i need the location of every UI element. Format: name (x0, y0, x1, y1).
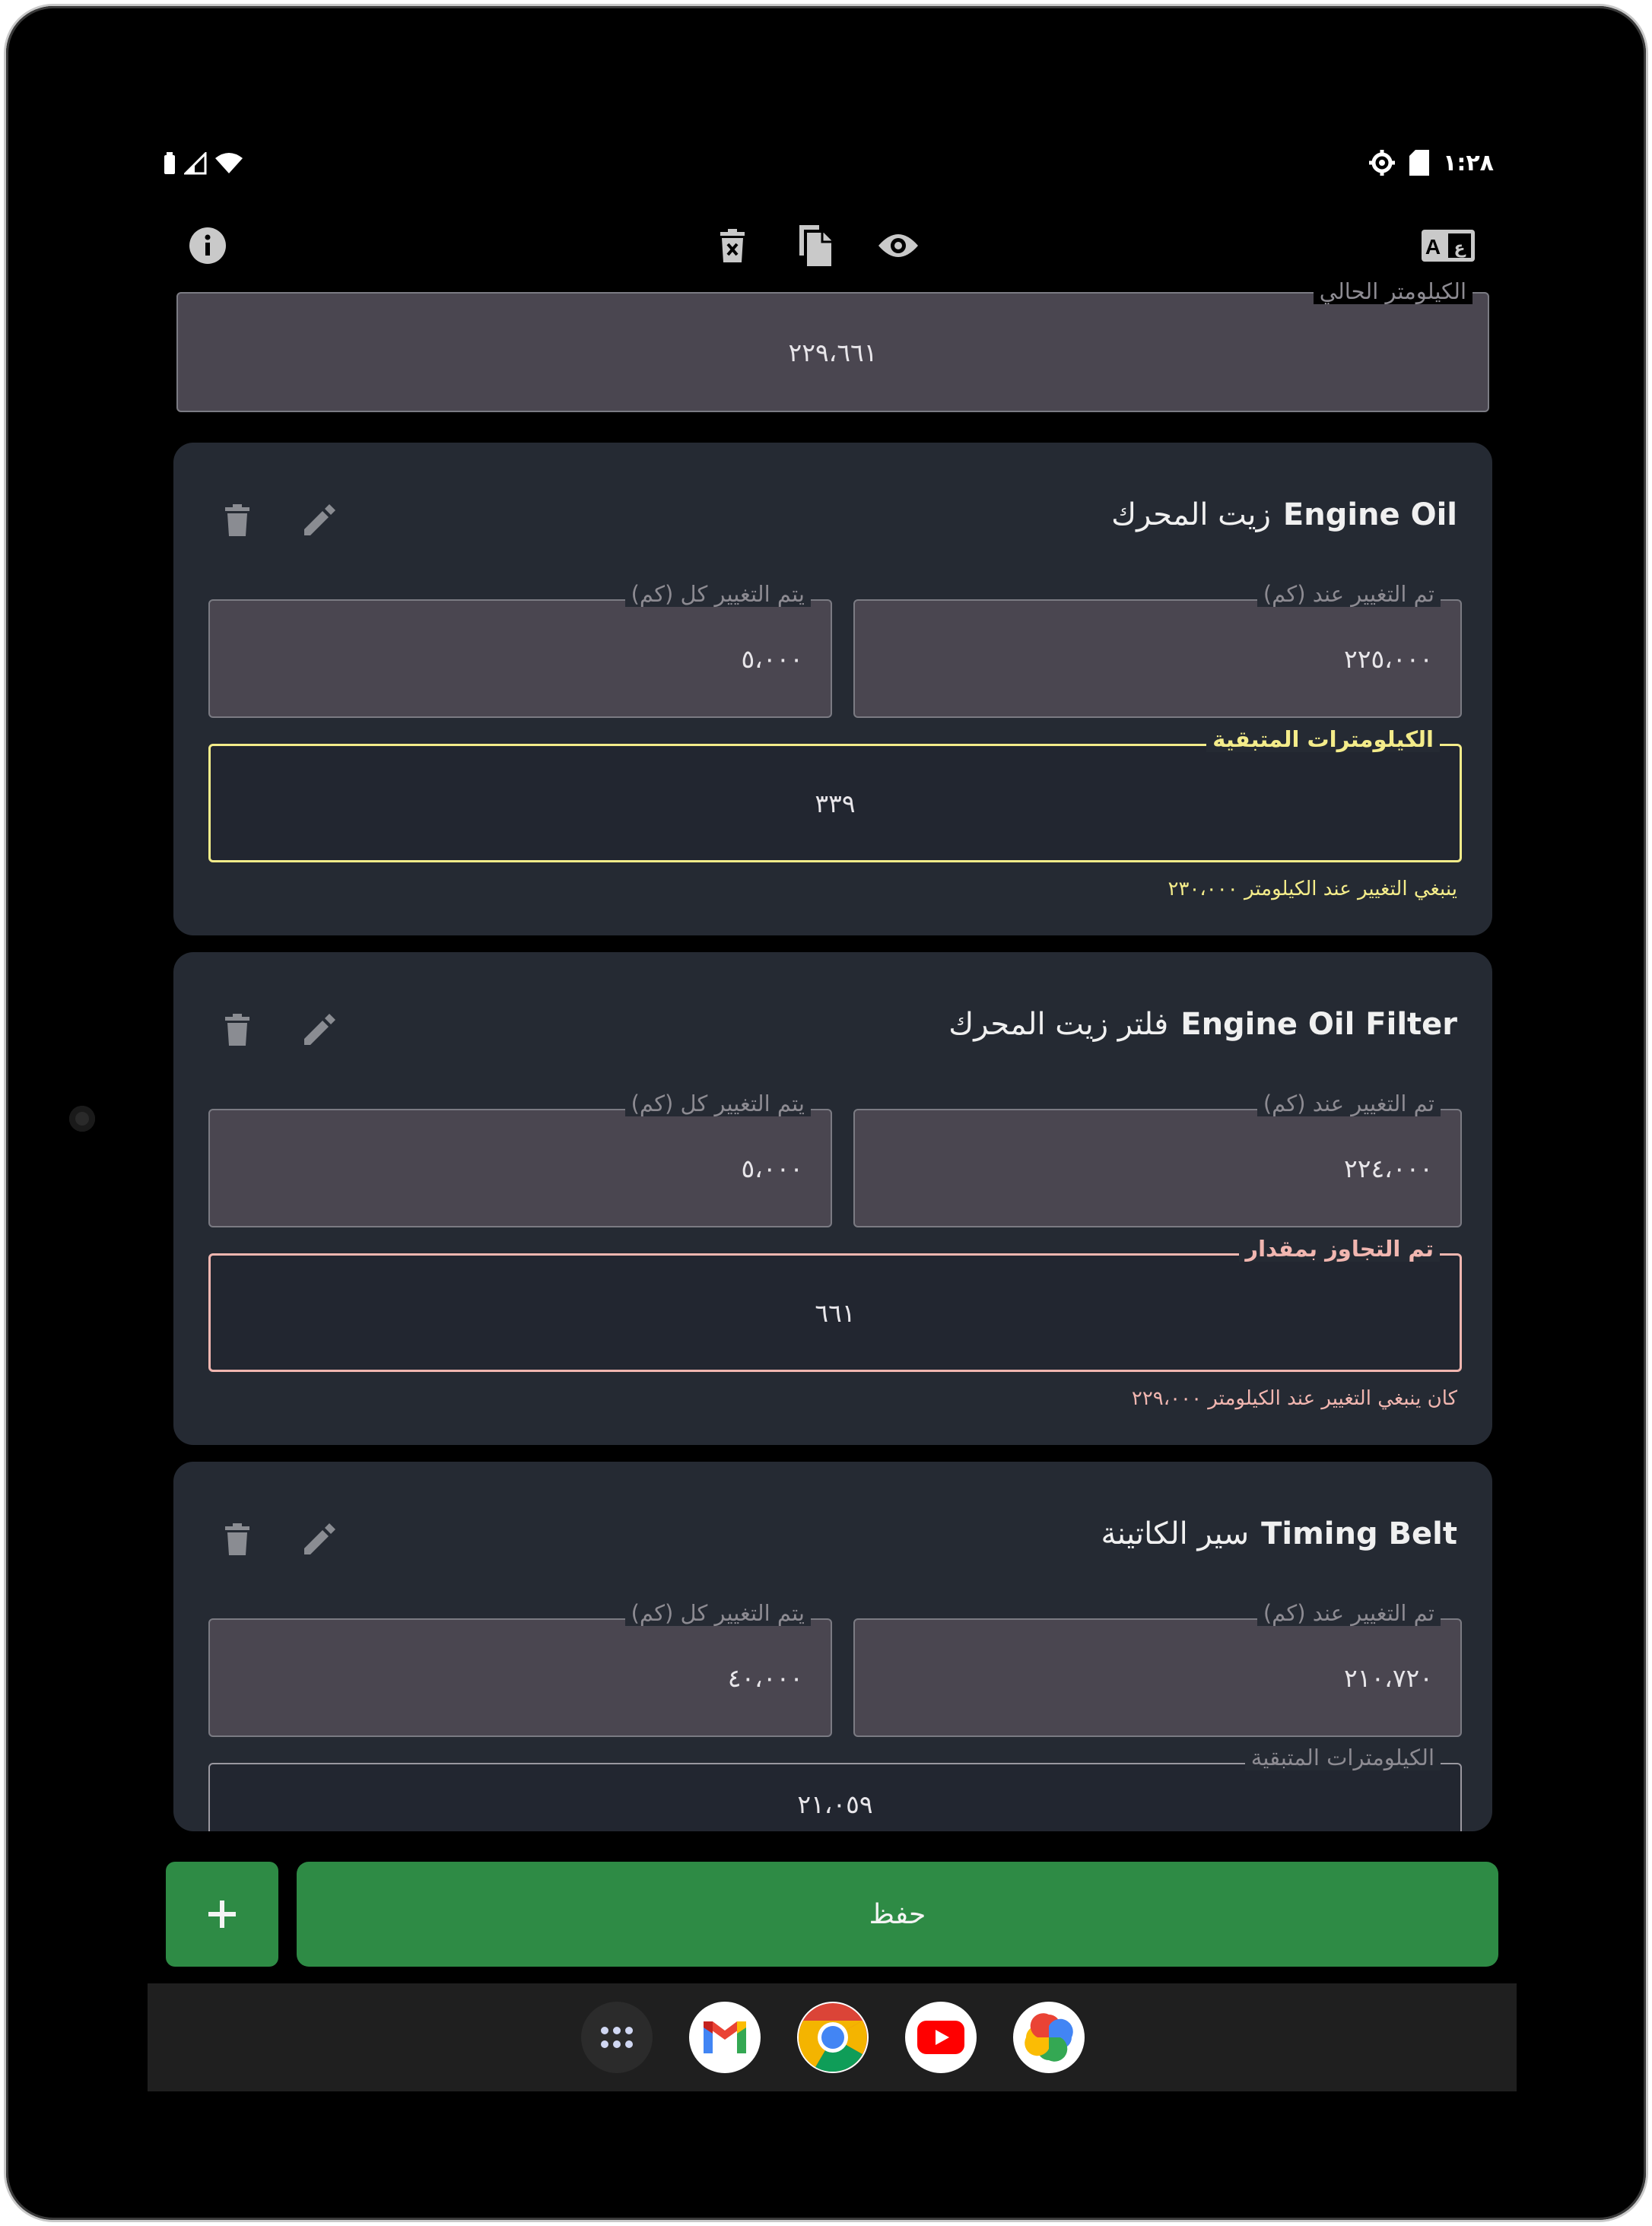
overdue-km-value: ٦٦١ (815, 1297, 856, 1328)
interval-field[interactable]: يتم التغيير كل (كم) ٤٠،٠٠٠ (208, 1600, 832, 1737)
edit-item-button[interactable] (295, 1005, 344, 1054)
changed-at-field[interactable]: تم التغيير عند (كم) ٢٢٥،٠٠٠ (853, 581, 1462, 718)
app-drawer-button[interactable] (581, 2002, 653, 2073)
pencil-icon (304, 1523, 335, 1554)
delete-item-button[interactable] (213, 1005, 262, 1054)
interval-value: ٥،٠٠٠ (741, 643, 803, 674)
changed-at-value: ٢٢٥،٠٠٠ (1344, 643, 1433, 674)
preview-button[interactable] (872, 219, 925, 272)
card-title: سير الكاتينة Timing Belt (1101, 1516, 1457, 1551)
interval-value: ٤٠،٠٠٠ (727, 1662, 803, 1693)
helper-text: ينبغي التغيير عند الكيلومتر ٢٣٠،٠٠٠ (1168, 878, 1457, 900)
interval-value: ٥،٠٠٠ (741, 1153, 803, 1183)
system-dock (148, 1983, 1517, 2091)
card-title: فلتر زيت المحرك Engine Oil Filter (948, 1007, 1457, 1042)
youtube-app[interactable] (905, 2002, 977, 2073)
trash-icon (225, 504, 249, 536)
current-km-field[interactable]: الكيلومتر الحالي ٢٢٩،٦٦١ (176, 278, 1489, 412)
edit-item-button[interactable] (295, 496, 344, 545)
interval-field[interactable]: يتم التغيير كل (كم) ٥،٠٠٠ (208, 1091, 832, 1227)
delete-item-button[interactable] (213, 496, 262, 545)
photos-app[interactable] (1013, 2002, 1085, 2073)
maintenance-card-engine-oil: زيت المحرك Engine Oil تم التغيير عند (كم)… (173, 443, 1492, 935)
top-toolbar: Aع (148, 219, 1517, 295)
status-bar: ١:٢٨ (148, 135, 1517, 192)
changed-at-field[interactable]: تم التغيير عند (كم) ٢١٠،٧٢٠ (853, 1600, 1462, 1737)
maintenance-card-timing-belt: سير الكاتينة Timing Belt تم التغيير عند (… (173, 1462, 1492, 1831)
edit-item-button[interactable] (295, 1515, 344, 1564)
card-title-en: Timing Belt (1261, 1516, 1457, 1551)
svg-text:A: A (1425, 235, 1441, 259)
current-km-value: ٢٢٩،٦٦١ (788, 337, 878, 367)
sd-card-icon (1409, 150, 1430, 176)
app-drawer-icon (601, 2027, 633, 2048)
status-right: ١:٢٨ (1368, 149, 1494, 176)
delete-all-icon (720, 229, 745, 262)
card-title-ar: فلتر زيت المحرك (948, 1007, 1169, 1042)
changed-at-field[interactable]: تم التغيير عند (كم) ٢٢٤،٠٠٠ (853, 1091, 1462, 1227)
signal-icon (184, 152, 207, 175)
pencil-icon (304, 504, 335, 535)
remaining-km-value: ٣٣٩ (815, 788, 856, 818)
pencil-icon (304, 1014, 335, 1045)
maintenance-card-engine-oil-filter: فلتر زيت المحرك Engine Oil Filter تم التغ… (173, 952, 1492, 1445)
card-title-en: Engine Oil (1282, 497, 1457, 532)
copy-icon (799, 225, 831, 266)
front-camera (69, 1106, 95, 1132)
remaining-km-value: ٢١،٠٥٩ (797, 1789, 873, 1819)
translate-icon: Aع (1422, 230, 1475, 262)
delete-item-button[interactable] (213, 1515, 262, 1564)
dock-apps (581, 2002, 1085, 2073)
info-icon (189, 227, 226, 264)
app-screen: ١:٢٨ Aع الكيلومتر الحالي ٢٢٩،٦٦١ زيت الم… (148, 135, 1517, 2091)
overdue-km-field[interactable]: تم التجاوز بمقدار ٦٦١ (208, 1236, 1462, 1372)
trash-icon (225, 1014, 249, 1046)
gmail-app[interactable] (689, 2002, 761, 2073)
youtube-icon (917, 2021, 964, 2054)
interval-field[interactable]: يتم التغيير كل (كم) ٥،٠٠٠ (208, 581, 832, 718)
changed-at-value: ٢٢٤،٠٠٠ (1344, 1153, 1433, 1183)
bottom-actions: حفظ (148, 1847, 1517, 1967)
visibility-icon (878, 234, 918, 257)
card-title-ar: سير الكاتينة (1101, 1516, 1250, 1551)
photos-icon (1025, 2013, 1073, 2062)
clock: ١:٢٨ (1443, 149, 1494, 176)
svg-text:ع: ع (1453, 239, 1466, 258)
trash-icon (225, 1523, 249, 1555)
remaining-km-field[interactable]: الكيلومترات المتبقية ٢١،٠٥٩ (208, 1745, 1462, 1831)
delete-all-button[interactable] (706, 219, 759, 272)
card-title-ar: زيت المحرك (1111, 497, 1271, 532)
settings-gear-icon (1369, 150, 1396, 176)
info-button[interactable] (181, 219, 234, 272)
chrome-app[interactable] (797, 2002, 869, 2073)
chrome-icon (799, 2003, 867, 2072)
remaining-km-field[interactable]: الكيلومترات المتبقية ٣٣٩ (208, 726, 1462, 862)
copy-button[interactable] (788, 219, 841, 272)
add-item-button[interactable] (166, 1862, 278, 1967)
card-title-en: Engine Oil Filter (1180, 1007, 1457, 1042)
changed-at-value: ٢١٠،٧٢٠ (1344, 1662, 1433, 1693)
helper-text: كان ينبغي التغيير عند الكيلومتر ٢٢٩،٠٠٠ (1131, 1387, 1457, 1410)
plus-icon (208, 1901, 236, 1928)
gmail-icon (704, 2021, 746, 2053)
battery-icon (164, 152, 175, 174)
save-button[interactable]: حفظ (297, 1862, 1498, 1967)
status-left (163, 152, 243, 175)
translate-button[interactable]: Aع (1418, 219, 1479, 272)
wifi-icon (215, 153, 243, 173)
card-title: زيت المحرك Engine Oil (1111, 497, 1457, 532)
tablet-frame: ١:٢٨ Aع الكيلومتر الحالي ٢٢٩،٦٦١ زيت الم… (6, 6, 1646, 2220)
